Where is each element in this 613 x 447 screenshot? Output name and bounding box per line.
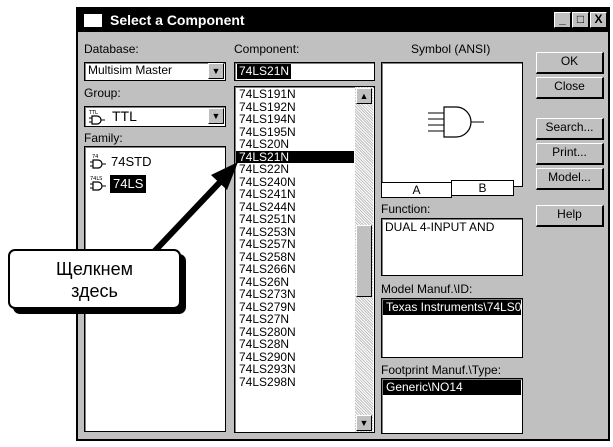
callout-line-1: Щелкнем (56, 259, 133, 279)
callout-arrow (147, 162, 238, 259)
callout-line-2: здесь (71, 281, 118, 301)
callout-box: Щелкнем здесь (8, 249, 181, 309)
